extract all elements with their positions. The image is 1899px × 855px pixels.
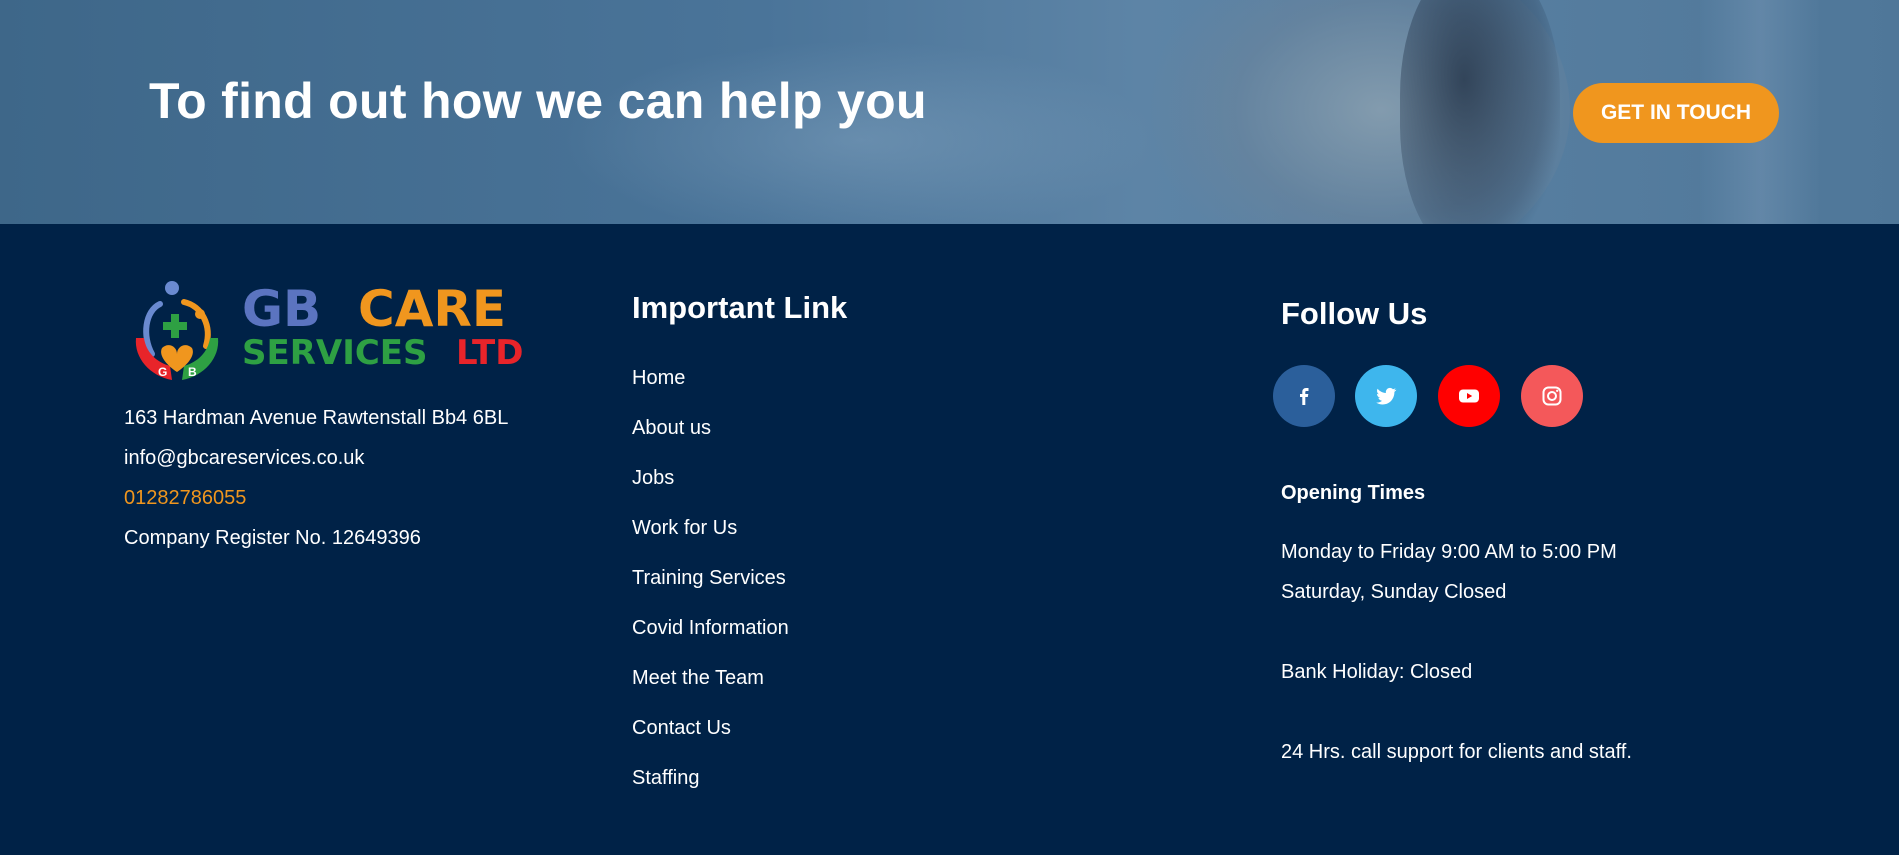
weekend-hours-text: Saturday, Sunday Closed [1281, 581, 1507, 603]
logo-text-care: CARE [358, 280, 506, 338]
footer-link-home[interactable]: Home [632, 367, 685, 390]
weekday-hours-text: Monday to Friday 9:00 AM to 5:00 PM [1281, 541, 1617, 563]
support-text: 24 Hrs. call support for clients and sta… [1281, 741, 1632, 763]
footer-link-about-us[interactable]: About us [632, 417, 711, 440]
bank-holiday-text: Bank Holiday: Closed [1281, 661, 1473, 683]
phone-link[interactable]: 01282786055 [124, 487, 246, 510]
footer-link-work-for-us[interactable]: Work for Us [632, 517, 737, 540]
follow-us-heading: Follow Us [1281, 296, 1428, 331]
address-text: 163 Hardman Avenue Rawtenstall Bb4 6BL [124, 407, 509, 429]
footer-link-staffing[interactable]: Staffing [632, 767, 699, 790]
facebook-icon [1300, 388, 1309, 405]
logo-text-gb: GB [242, 280, 321, 338]
svg-text:G: G [158, 365, 167, 379]
svg-text:B: B [188, 365, 197, 379]
cta-banner: To find out how we can help you GET IN T… [0, 0, 1899, 224]
company-register-text: Company Register No. 12649396 [124, 527, 421, 549]
footer-link-contact-us[interactable]: Contact Us [632, 717, 731, 740]
banner-background-light [560, 40, 1160, 224]
logo-emblem-icon: G B [135, 281, 219, 380]
gb-care-logo[interactable]: G B GB CARE SERVICES LTD [130, 276, 550, 386]
site-footer: G B GB CARE SERVICES LTD 163 Hardman Ave… [0, 224, 1899, 855]
get-in-touch-button[interactable]: GET IN TOUCH [1573, 83, 1779, 143]
twitter-icon [1376, 387, 1397, 405]
email-link[interactable]: info@gbcareservices.co.uk [124, 447, 364, 470]
instagram-button[interactable] [1521, 365, 1583, 427]
footer-link-meet-the-team[interactable]: Meet the Team [632, 667, 764, 690]
banner-title: To find out how we can help you [149, 73, 927, 129]
facebook-button[interactable] [1273, 365, 1335, 427]
instagram-icon [1542, 386, 1562, 406]
logo-text-ltd: LTD [456, 333, 523, 373]
important-link-heading: Important Link [632, 290, 848, 325]
footer-link-training-services[interactable]: Training Services [632, 567, 786, 590]
opening-times-title: Opening Times [1281, 482, 1426, 504]
logo-text-services: SERVICES [242, 333, 428, 373]
banner-background-hair [1400, 0, 1560, 224]
footer-link-jobs[interactable]: Jobs [632, 467, 674, 490]
footer-link-covid-information[interactable]: Covid Information [632, 617, 789, 640]
youtube-button[interactable] [1438, 365, 1500, 427]
twitter-button[interactable] [1355, 365, 1417, 427]
youtube-icon [1459, 389, 1479, 403]
